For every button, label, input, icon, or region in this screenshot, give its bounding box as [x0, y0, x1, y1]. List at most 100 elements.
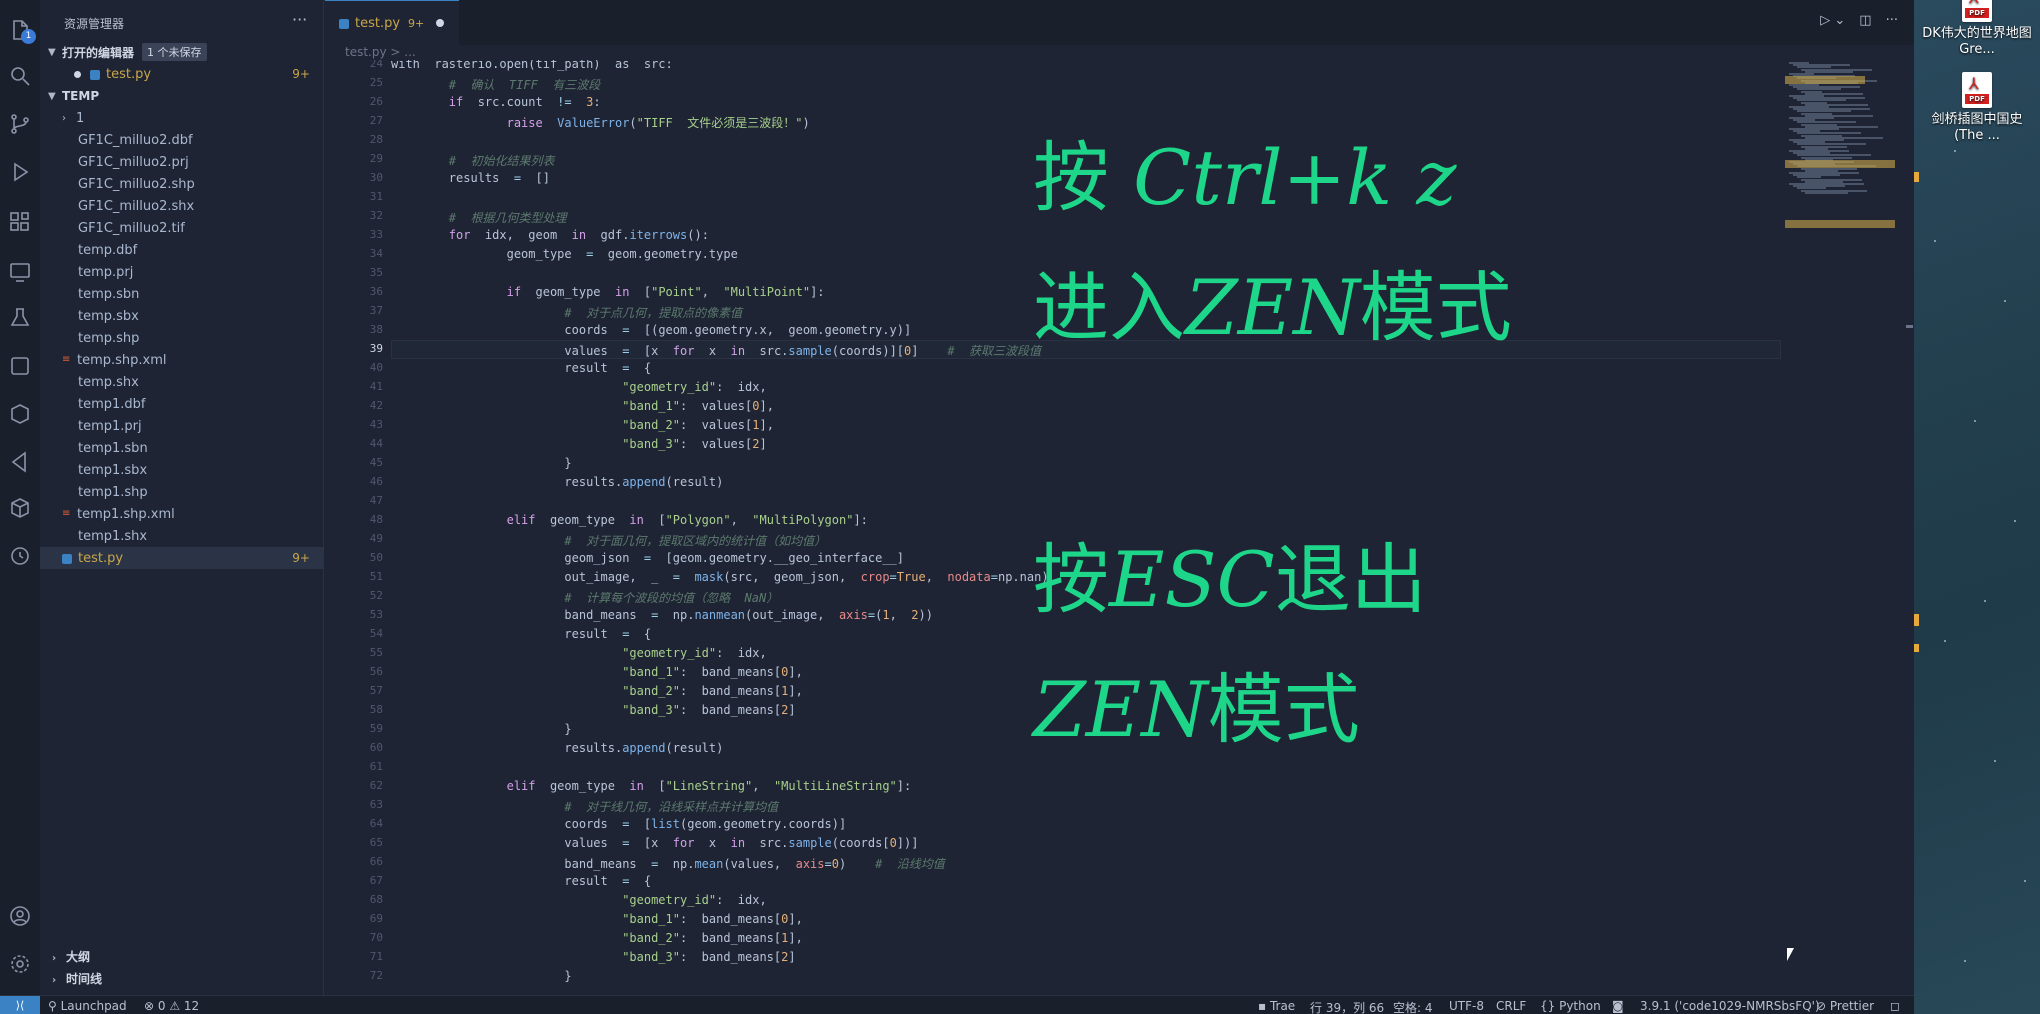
- line-ending[interactable]: CRLF: [1496, 999, 1526, 1013]
- code-line[interactable]: }: [391, 722, 571, 736]
- timeline-icon[interactable]: [6, 542, 34, 570]
- code-line[interactable]: band_means = np.nanmean(out_image, axis=…: [391, 608, 933, 622]
- copilot-icon[interactable]: ◙: [1612, 999, 1624, 1013]
- file-tree-item[interactable]: temp.sbn: [40, 283, 324, 305]
- file-tree-item[interactable]: GF1C_milluo2.tif: [40, 217, 324, 239]
- remote-indicator-icon[interactable]: ⟩⟨: [0, 995, 40, 1014]
- open-editors-section[interactable]: ▼ 打开的编辑器 1 个未保存: [48, 42, 207, 62]
- code-line[interactable]: "geometry_id": idx,: [391, 380, 767, 394]
- timeline-section[interactable]: › 时间线: [52, 970, 102, 987]
- launchpad-item[interactable]: ⚲ Launchpad: [48, 999, 127, 1013]
- code-line[interactable]: # 确认 TIFF 有三波段: [391, 76, 600, 93]
- code-line[interactable]: "geometry_id": idx,: [391, 646, 767, 660]
- language-mode[interactable]: {} Python: [1540, 999, 1601, 1013]
- file-tree-item[interactable]: temp1.shx: [40, 525, 324, 547]
- breadcrumb[interactable]: test.py > ...: [325, 45, 1725, 61]
- search-icon[interactable]: [6, 62, 34, 90]
- run-file-icon[interactable]: ▷ ⌄: [1820, 13, 1845, 28]
- code-line[interactable]: geom_json = [geom.geometry.__geo_interfa…: [391, 551, 904, 565]
- code-line[interactable]: # 初始化结果列表: [391, 152, 555, 169]
- settings-gear-icon[interactable]: [6, 950, 34, 978]
- code-line[interactable]: "band_2": band_means[1],: [391, 931, 803, 945]
- code-line[interactable]: geom_type = geom.geometry.type: [391, 247, 738, 261]
- gitlens-icon[interactable]: [6, 400, 34, 428]
- file-tree-item[interactable]: GF1C_milluo2.dbf: [40, 129, 324, 151]
- code-line[interactable]: elif geom_type in ["LineString", "MultiL…: [391, 779, 912, 793]
- code-line[interactable]: if geom_type in ["Point", "MultiPoint"]:: [391, 285, 825, 299]
- open-editor-item[interactable]: test.py 9+: [40, 63, 324, 85]
- code-line[interactable]: "band_1": band_means[0],: [391, 665, 803, 679]
- code-line[interactable]: coords = [(geom.geometry.x, geom.geometr…: [391, 323, 911, 337]
- code-line[interactable]: "band_2": values[1],: [391, 418, 774, 432]
- temp-folder-section[interactable]: ▼ TEMP: [48, 86, 99, 106]
- file-tree-item[interactable]: temp1.sbn: [40, 437, 324, 459]
- desktop-pdf-1[interactable]: ⅄PDF DK伟大的世界地图 Gre...: [1922, 0, 2032, 58]
- vertical-scrollbar[interactable]: [1905, 60, 1914, 995]
- problems-item[interactable]: ⊗ 0 ⚠ 12: [144, 999, 199, 1013]
- code-line[interactable]: out_image, _ = mask(src, geom_json, crop…: [391, 570, 1048, 584]
- vscode-icon[interactable]: [6, 448, 34, 476]
- account-icon[interactable]: [6, 902, 34, 930]
- packages-icon[interactable]: [6, 494, 34, 522]
- prettier-item[interactable]: ⊘ Prettier: [1816, 999, 1874, 1013]
- unsaved-dot-icon[interactable]: [436, 19, 445, 27]
- file-tree-item[interactable]: temp1.shp: [40, 481, 324, 503]
- desktop-pdf-2[interactable]: ⅄ PDF 剑桥插图中国史 (The ...: [1922, 72, 2032, 144]
- code-line[interactable]: "band_3": band_means[2]: [391, 703, 795, 717]
- code-line[interactable]: band_means = np.mean(values, axis=0) # 沿…: [391, 855, 944, 872]
- testing-icon[interactable]: [6, 304, 34, 332]
- source-control-icon[interactable]: [6, 110, 34, 138]
- code-line[interactable]: }: [391, 969, 571, 983]
- code-line[interactable]: "band_2": band_means[1],: [391, 684, 803, 698]
- more-actions-icon[interactable]: ···: [292, 10, 307, 29]
- file-tree-item[interactable]: ≡ temp1.shp.xml: [40, 503, 324, 525]
- tab-test-py[interactable]: test.py 9+: [325, 0, 459, 45]
- more-actions-icon[interactable]: ···: [1886, 13, 1898, 28]
- code-line[interactable]: for idx, geom in gdf.iterrows():: [391, 228, 709, 242]
- code-line[interactable]: "band_1": band_means[0],: [391, 912, 803, 926]
- extensions-icon[interactable]: [6, 208, 34, 236]
- code-line[interactable]: results.append(result): [391, 475, 723, 489]
- code-line[interactable]: # 对于线几何，沿线采样点并计算均值: [391, 798, 778, 815]
- split-editor-icon[interactable]: ◫: [1859, 13, 1871, 28]
- trae-item[interactable]: ▪ Trae: [1258, 999, 1295, 1013]
- code-line[interactable]: "geometry_id": idx,: [391, 893, 767, 907]
- code-line[interactable]: coords = [list(geom.geometry.coords)]: [391, 817, 846, 831]
- code-line[interactable]: "band_1": values[0],: [391, 399, 774, 413]
- file-tree-item[interactable]: › 1: [40, 107, 324, 129]
- file-tree-item[interactable]: temp1.dbf: [40, 393, 324, 415]
- indentation[interactable]: 空格: 4: [1393, 999, 1433, 1014]
- file-tree-item[interactable]: ≡ temp.shp.xml: [40, 349, 324, 371]
- outline-section[interactable]: › 大纲: [52, 948, 90, 965]
- file-tree-item[interactable]: temp.prj: [40, 261, 324, 283]
- python-interpreter[interactable]: 3.9.1 ('code1029-NMRSbsFQ'): [1640, 999, 1820, 1013]
- code-line[interactable]: results = []: [391, 171, 550, 185]
- code-line[interactable]: # 计算每个波段的均值（忽略 NaN）: [391, 589, 778, 606]
- code-line[interactable]: "band_3": values[2]: [391, 437, 767, 451]
- minimap[interactable]: [1785, 60, 1905, 260]
- code-line[interactable]: # 根据几何类型处理: [391, 209, 567, 226]
- encoding[interactable]: UTF-8: [1449, 999, 1484, 1013]
- code-line[interactable]: result = {: [391, 627, 651, 641]
- file-tree-item[interactable]: temp.shp: [40, 327, 324, 349]
- code-line[interactable]: elif geom_type in ["Polygon", "MultiPoly…: [391, 513, 868, 527]
- code-line[interactable]: with rasterio.open(tif_path) as src:: [391, 60, 673, 71]
- code-line[interactable]: result = {: [391, 361, 651, 375]
- code-line[interactable]: # 对于点几何，提取点的像素值: [391, 304, 742, 321]
- cursor-position[interactable]: 行 39，列 66: [1310, 999, 1384, 1014]
- file-tree-item[interactable]: GF1C_milluo2.shp: [40, 173, 324, 195]
- jupyter-icon[interactable]: [6, 352, 34, 380]
- explorer-icon[interactable]: 1: [6, 16, 36, 44]
- code-line[interactable]: if src.count != 3:: [391, 95, 601, 109]
- notifications-icon[interactable]: ◻: [1890, 999, 1900, 1013]
- code-line[interactable]: # 对于面几何，提取区域内的统计值（如均值）: [391, 532, 826, 549]
- run-debug-icon[interactable]: [6, 158, 34, 186]
- file-tree-item[interactable]: temp1.sbx: [40, 459, 324, 481]
- file-tree-item[interactable]: GF1C_milluo2.shx: [40, 195, 324, 217]
- code-line[interactable]: result = {: [391, 874, 651, 888]
- code-line[interactable]: values = [x for x in src.sample(coords)]…: [391, 342, 1041, 359]
- file-tree-item[interactable]: temp.shx: [40, 371, 324, 393]
- file-tree-item[interactable]: test.py 9+: [40, 547, 324, 569]
- code-line[interactable]: "band_3": band_means[2]: [391, 950, 795, 964]
- code-line[interactable]: results.append(result): [391, 741, 723, 755]
